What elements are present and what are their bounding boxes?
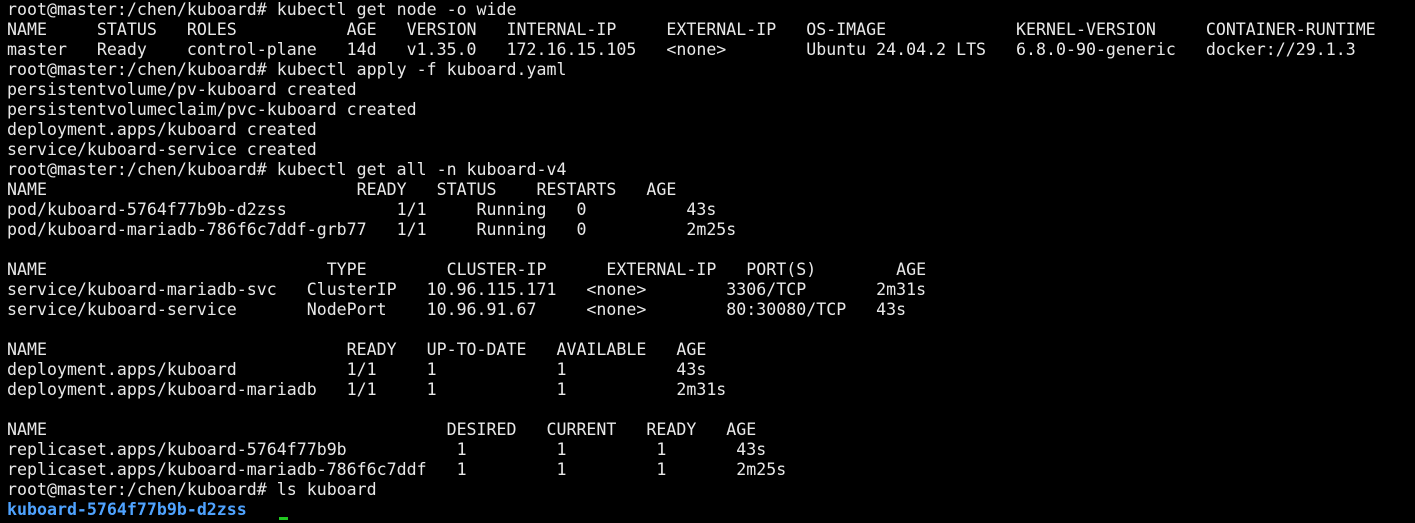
directory-listing-line: kuboard-5764f77b9b-d2zss [7,500,1415,520]
pod-table-row: pod/kuboard-mariadb-786f6c7ddf-grb77 1/1… [7,220,737,239]
output-line: deployment.apps/kuboard created [7,120,317,139]
deployment-table-header: NAME READY UP-TO-DATE AVAILABLE AGE [7,340,707,359]
prompt-command-line: root@master:/chen/kuboard# ls kuboard [7,480,377,499]
service-table-row: service/kuboard-mariadb-svc ClusterIP 10… [7,280,927,299]
replicaset-table-row: replicaset.apps/kuboard-mariadb-786f6c7d… [7,460,787,479]
terminal-window[interactable]: root@master:/chen/kuboard# kubectl get n… [0,0,1415,523]
node-table-header: NAME STATUS ROLES AGE VERSION INTERNAL-I… [7,20,1376,39]
prompt-command-line: root@master:/chen/kuboard# kubectl get n… [7,0,517,19]
output-line: persistentvolumeclaim/pvc-kuboard create… [7,100,417,119]
directory-entry: kuboard-5764f77b9b-d2zss [7,500,247,519]
service-table-header: NAME TYPE CLUSTER-IP EXTERNAL-IP PORT(S)… [7,260,927,279]
pod-table-row: pod/kuboard-5764f77b9b-d2zss 1/1 Running… [7,200,717,219]
replicaset-table-row: replicaset.apps/kuboard-5764f77b9b 1 1 1… [7,440,767,459]
deployment-table-row: deployment.apps/kuboard-mariadb 1/1 1 1 … [7,380,727,399]
prompt-command-line: root@master:/chen/kuboard# kubectl get a… [7,160,567,179]
output-line: persistentvolume/pv-kuboard created [7,80,357,99]
prompt-command-line: root@master:/chen/kuboard# kubectl apply… [7,60,567,79]
replicaset-table-header: NAME DESIRED CURRENT READY AGE [7,420,757,439]
pod-table-header: NAME READY STATUS RESTARTS AGE [7,180,677,199]
service-table-row: service/kuboard-service NodePort 10.96.9… [7,300,907,319]
output-line: service/kuboard-service created [7,140,317,159]
node-table-row: master Ready control-plane 14d v1.35.0 1… [7,40,1356,59]
terminal-cursor [278,517,288,520]
deployment-table-row: deployment.apps/kuboard 1/1 1 1 43s [7,360,707,379]
